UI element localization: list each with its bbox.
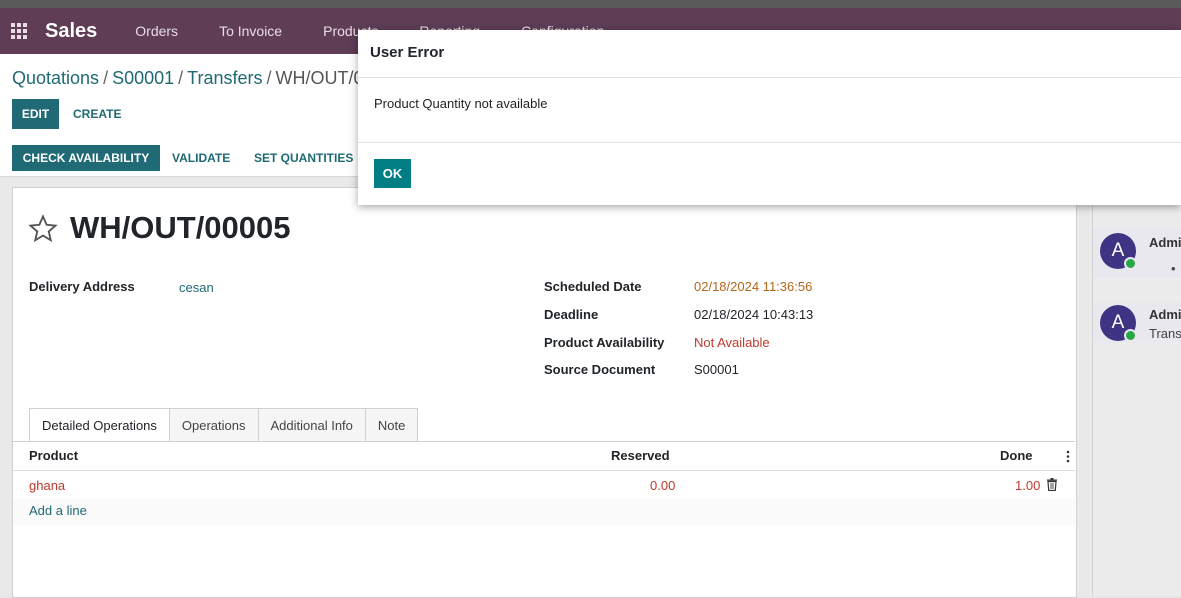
ok-button[interactable]: OK [374, 159, 411, 188]
dialog-footer-divider [358, 142, 1181, 143]
dialog-message: Product Quantity not available [374, 96, 548, 111]
dialog-header-divider [358, 77, 1181, 78]
dialog-title: User Error [370, 44, 445, 61]
error-dialog: User Error Product Quantity not availabl… [358, 30, 1181, 205]
